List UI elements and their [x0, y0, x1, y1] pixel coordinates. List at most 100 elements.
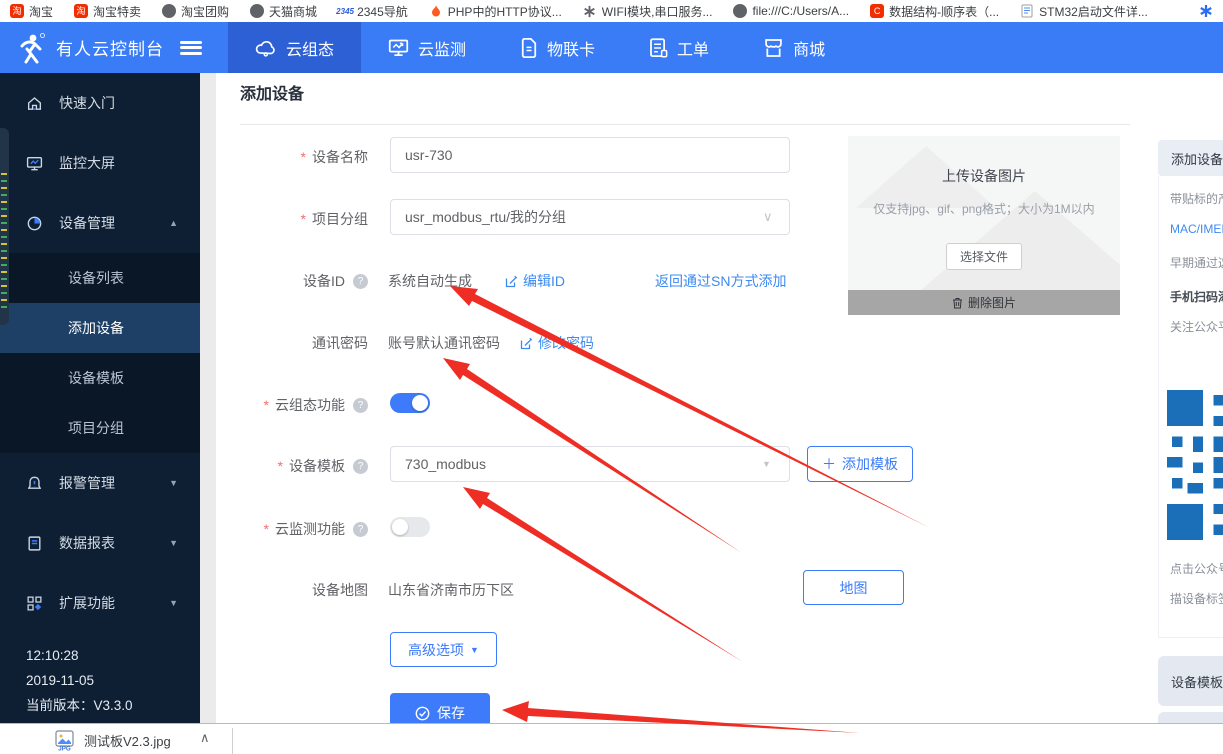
wechat-qr-code [1167, 390, 1223, 540]
tab-work-order[interactable]: 工单 [622, 22, 736, 73]
tab-label: 工单 [677, 36, 709, 60]
bookmark-item[interactable]: 淘 淘宝特卖 [74, 3, 141, 20]
help-text: 点击公众号 [1170, 560, 1223, 577]
right-panel-header-add-device[interactable]: 添加设备 [1158, 140, 1223, 176]
cloud-scada-toggle[interactable] [390, 393, 430, 413]
help-icon[interactable]: ? [353, 459, 368, 474]
sidebar-item-device-template[interactable]: 设备模板 [0, 353, 200, 403]
hamburger-menu-icon[interactable] [180, 41, 202, 55]
sidebar-item-quick-start[interactable]: 快速入门 [0, 73, 200, 133]
delete-image-button[interactable]: 删除图片 [848, 290, 1120, 315]
required-mark: * [301, 149, 306, 165]
monitor-icon [388, 38, 409, 57]
report-icon [26, 535, 43, 552]
globe-icon [250, 4, 264, 18]
brand: 有人云控制台 [0, 32, 228, 64]
bookmark-item[interactable]: PHP中的HTTP协议... [429, 3, 562, 20]
sidebar: 快速入门 监控大屏 设备管理 ▲ 设备列表 添加设备 设备模板 项目分组 报警管… [0, 73, 200, 723]
edit-icon [520, 337, 533, 350]
sidebar-item-label: 数据报表 [59, 533, 115, 553]
required-mark: * [264, 397, 269, 413]
change-password-link[interactable]: 修改密码 [520, 333, 594, 353]
expand-caret-icon[interactable]: ▼ [169, 478, 178, 488]
widget-stripes [1, 173, 7, 313]
bookmark-item[interactable]: 天猫商城 [250, 3, 317, 20]
bookmark-label: STM32启动文件详... [1039, 3, 1148, 20]
grid-apps-icon [26, 595, 43, 612]
usr-logo-icon [16, 32, 46, 64]
sidebar-item-label: 快速入门 [59, 93, 115, 113]
plus-icon: ＋ [822, 454, 836, 474]
bookmark-item[interactable]: C 数据结构-顺序表（... [870, 3, 999, 20]
bookmark-item[interactable]: 2345 2345导航 [338, 3, 408, 20]
bookmark-label: 淘宝团购 [181, 3, 229, 20]
bookmark-item[interactable] [1199, 4, 1213, 18]
tab-cloud-scada[interactable]: 云组态 [228, 22, 361, 73]
file-menu-chevron-icon[interactable]: ∧ [200, 730, 210, 746]
device-template-label: * 设备模板 ? [208, 456, 368, 476]
2345-icon: 2345 [338, 4, 352, 18]
big-screen-icon [26, 155, 43, 172]
sidebar-item-device-management[interactable]: 设备管理 ▲ [0, 193, 200, 253]
cloud-monitor-toggle[interactable] [390, 517, 430, 537]
device-name-input[interactable] [390, 137, 790, 173]
sidebar-item-alarm-management[interactable]: 报警管理 ▼ [0, 453, 200, 513]
file-name: 测试板V2.3.jpg [84, 731, 171, 750]
map-button[interactable]: 地图 [803, 570, 904, 605]
sidebar-item-project-group[interactable]: 项目分组 [0, 403, 200, 453]
bookmark-label: PHP中的HTTP协议... [448, 3, 562, 20]
bookmark-item[interactable]: STM32启动文件详... [1020, 3, 1148, 20]
add-template-button[interactable]: ＋ 添加模板 [807, 446, 913, 482]
device-management-submenu: 设备列表 添加设备 设备模板 项目分组 [0, 253, 200, 453]
right-panel-header-device-template[interactable]: 设备模板 [1158, 656, 1223, 706]
device-id-label: 设备ID ? [208, 271, 368, 291]
help-icon[interactable]: ? [353, 398, 368, 413]
help-text: 关注公众平 [1170, 318, 1223, 335]
sidebar-item-add-device[interactable]: 添加设备 [0, 303, 200, 353]
sidebar-item-data-report[interactable]: 数据报表 ▼ [0, 513, 200, 573]
edit-id-link[interactable]: 编辑ID [505, 271, 565, 291]
cloud-icon [255, 39, 277, 57]
alarm-bell-icon [26, 475, 43, 492]
project-group-label: * 项目分组 [208, 209, 368, 229]
expand-caret-icon[interactable]: ▼ [169, 598, 178, 608]
bookmark-item[interactable]: 淘 淘宝 [10, 3, 53, 20]
device-template-select[interactable] [390, 446, 790, 482]
mac-imei-link[interactable]: MAC/IMEI [1170, 222, 1223, 236]
clock-date: 2019-11-05 [26, 668, 133, 693]
bookmark-item[interactable]: 淘宝团购 [162, 3, 229, 20]
bookmark-label: WIFI模块,串口服务... [602, 3, 713, 20]
choose-file-button[interactable]: 选择文件 [946, 243, 1022, 270]
expand-caret-icon[interactable]: ▼ [169, 538, 178, 548]
globe-icon [162, 4, 176, 18]
bookmark-label: 淘宝 [29, 3, 53, 20]
help-text: 带贴标的产 [1170, 190, 1223, 207]
globe-icon [733, 4, 747, 18]
project-group-select[interactable] [390, 199, 790, 235]
tab-cloud-monitor[interactable]: 云监测 [361, 22, 493, 73]
bookmark-item[interactable]: file:///C:/Users/A... [733, 4, 849, 18]
required-mark: * [301, 211, 306, 227]
bookmark-item[interactable]: WIFI模块,串口服务... [583, 3, 713, 20]
tab-iot-card[interactable]: 物联卡 [493, 22, 622, 73]
docked-widget-handle[interactable] [0, 128, 9, 325]
help-icon[interactable]: ? [353, 274, 368, 289]
sidebar-item-device-list[interactable]: 设备列表 [0, 253, 200, 303]
blue-asterisk-icon [1199, 4, 1213, 18]
asterisk-icon [583, 4, 597, 18]
sidebar-item-label: 设备管理 [59, 213, 115, 233]
collapse-caret-icon[interactable]: ▲ [169, 218, 178, 228]
storefront-icon [763, 38, 784, 58]
help-text: 描设备标签 [1170, 590, 1223, 607]
app-version: 当前版本：V3.3.0 [26, 693, 133, 718]
upload-hint: 仅支持jpg、gif、png格式；大小为1M以内 [848, 200, 1120, 217]
help-icon[interactable]: ? [353, 522, 368, 537]
advanced-options-button[interactable]: 高级选项 ▼ [390, 632, 497, 667]
sidebar-item-extensions[interactable]: 扩展功能 ▼ [0, 573, 200, 633]
tab-mall[interactable]: 商城 [736, 22, 852, 73]
top-navbar: 有人云控制台 云组态 云监测 物联卡 工单 商城 [0, 22, 1223, 73]
sidebar-item-monitor-screen[interactable]: 监控大屏 [0, 133, 200, 193]
back-to-sn-link[interactable]: 返回通过SN方式添加 [655, 271, 786, 291]
home-icon [26, 95, 43, 112]
downloaded-file-item[interactable]: JPG 测试板V2.3.jpg [55, 730, 171, 751]
